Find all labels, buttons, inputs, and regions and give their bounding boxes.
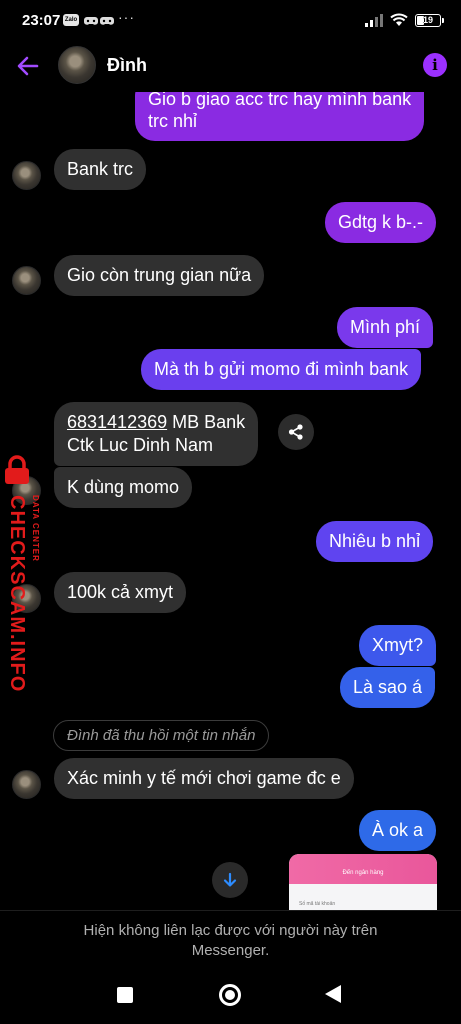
message-text: 6831412369 MB Bank: [67, 411, 245, 434]
message-text: Mình phí: [350, 317, 421, 337]
sender-avatar[interactable]: [12, 770, 41, 799]
outgoing-message[interactable]: Mà th b gửi momo đi mình bank: [141, 349, 422, 390]
message-text: Ctk Luc Dinh Nam: [67, 435, 214, 455]
signal-icon: [365, 13, 383, 27]
info-icon[interactable]: i: [423, 53, 447, 77]
image-field-label: Số mã tài khoản: [299, 901, 336, 907]
lock-icon: [5, 455, 29, 484]
gamepad-notification-icon: [100, 14, 114, 28]
message-text: 100k cả xmyt: [67, 582, 174, 602]
message-text: Gio b giao acc trc hay mình bank: [148, 92, 412, 109]
battery-level: 19: [422, 15, 433, 25]
share-icon: [288, 424, 303, 440]
contact-avatar[interactable]: [58, 46, 96, 84]
outgoing-message[interactable]: Nhiêu b nhỉ: [316, 521, 434, 562]
more-notifications-icon: ···: [118, 9, 135, 25]
sender-avatar[interactable]: [12, 161, 41, 190]
message-text: Mà th b gửi momo đi mình bank: [154, 359, 409, 379]
recalled-message-notice: Đình đã thu hồi một tin nhắn: [53, 720, 270, 751]
image-attachment[interactable]: Đến ngân hàng Số mã tài khoản: [289, 854, 437, 910]
outgoing-message[interactable]: À ok a: [359, 810, 437, 851]
unavailable-notice: Hiện không liên lạc được với người này t…: [0, 910, 461, 970]
watermark: CHECKSCAM.INFO DATA CENTER: [2, 455, 40, 692]
outgoing-message[interactable]: Xmyt?: [359, 625, 437, 666]
message-text: Bank trc: [67, 159, 134, 179]
arrow-down-icon: [223, 872, 237, 887]
sender-avatar[interactable]: [12, 266, 41, 295]
gamepad-notification-icon: [84, 14, 98, 28]
status-indicators: 19: [365, 13, 444, 27]
system-navigation-bar: [0, 970, 461, 1024]
incoming-message[interactable]: K dùng momo: [54, 467, 193, 508]
message-text: À ok a: [372, 820, 424, 840]
message-text: Xmyt?: [372, 635, 424, 655]
message-list[interactable]: Gio b giao acc trc hay mình bank trc nhỉ…: [0, 92, 461, 910]
back-button[interactable]: [14, 52, 42, 80]
incoming-message[interactable]: Bank trc: [54, 149, 147, 190]
message-text: Gio còn trung gian nữa: [67, 265, 252, 285]
share-button[interactable]: [278, 414, 314, 450]
message-text: Gdtg k b-.-: [338, 212, 424, 232]
message-text: trc nhỉ: [148, 111, 198, 131]
message-text: Nhiêu b nhỉ: [329, 531, 421, 551]
watermark-subtext: DATA CENTER: [31, 495, 40, 562]
image-title: Đến ngân hàng: [342, 870, 384, 876]
incoming-message[interactable]: Gio còn trung gian nữa: [54, 255, 265, 296]
home-button[interactable]: [219, 984, 241, 1006]
incoming-message[interactable]: Xác minh y tế mới chơi game đc e: [54, 758, 354, 799]
contact-name[interactable]: Đình: [107, 55, 147, 76]
message-text: K dùng momo: [67, 477, 180, 497]
outgoing-message[interactable]: Là sao á: [340, 667, 436, 708]
recents-button[interactable]: [117, 987, 133, 1003]
image-header: Đến ngân hàng: [289, 854, 437, 884]
outgoing-message[interactable]: Mình phí: [337, 307, 434, 348]
outgoing-message[interactable]: Gio b giao acc trc hay mình bank trc nhỉ: [135, 92, 425, 141]
message-text: Là sao á: [353, 677, 423, 697]
notice-line: Hiện không liên lạc được với người này t…: [83, 922, 378, 939]
watermark-text: CHECKSCAM.INFO: [6, 495, 28, 693]
status-time: 23:07: [22, 12, 61, 29]
conversation-header: Đình i: [0, 40, 461, 92]
wifi-icon: [390, 13, 408, 26]
status-bar: 23:07 Zalo ··· 19: [0, 0, 461, 40]
battery-icon: 19: [415, 13, 444, 27]
system-back-button[interactable]: [325, 985, 341, 1003]
incoming-message[interactable]: 100k cả xmyt: [54, 572, 187, 613]
back-arrow-icon: [17, 56, 39, 76]
message-text: Xác minh y tế mới chơi game đc e: [67, 768, 341, 788]
notice-line: Messenger.: [191, 942, 270, 959]
zalo-notification-icon: Zalo: [63, 14, 79, 26]
scroll-to-bottom-button[interactable]: [212, 862, 248, 898]
message-text-part: MB Bank: [167, 412, 246, 432]
outgoing-message[interactable]: Gdtg k b-.-: [325, 202, 437, 243]
incoming-message[interactable]: 6831412369 MB Bank Ctk Luc Dinh Nam: [54, 402, 259, 466]
account-number-link[interactable]: 6831412369: [67, 412, 167, 432]
